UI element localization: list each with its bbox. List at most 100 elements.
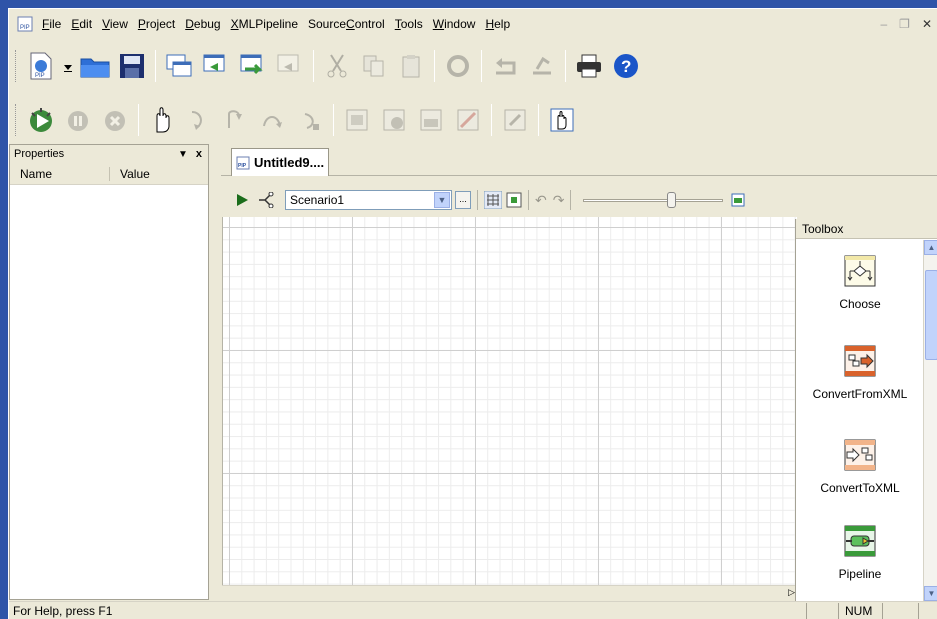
- svg-text:PIP: PIP: [20, 25, 30, 31]
- menu-sourcecontrol[interactable]: SourceControl: [303, 16, 390, 32]
- dropdown-arrow-icon[interactable]: [61, 49, 75, 83]
- connector-icon[interactable]: [257, 192, 275, 208]
- menu-window[interactable]: Window: [428, 16, 481, 32]
- toolbox-vertical-scrollbar[interactable]: ▲ ▼: [923, 240, 937, 601]
- scroll-up-icon[interactable]: ▲: [924, 240, 937, 255]
- pipeline-icon: [844, 525, 876, 557]
- tool-label: Pipeline: [838, 567, 882, 581]
- convert-to-xml-icon: [844, 439, 876, 471]
- canvas-horizontal-scrollbar[interactable]: ▷: [222, 585, 797, 600]
- save-icon[interactable]: [115, 49, 149, 83]
- svg-text:?: ?: [621, 57, 631, 76]
- redo-icon: ↷: [552, 191, 565, 208]
- menu-project[interactable]: Project: [133, 16, 180, 32]
- hand-select-icon[interactable]: [545, 103, 579, 137]
- cut-icon: [320, 49, 354, 83]
- scenario-value: Scenario1: [290, 193, 345, 207]
- scenario-select[interactable]: Scenario1 ▼: [285, 190, 452, 210]
- menu-xmlpipeline[interactable]: XMLPipeline: [226, 16, 303, 32]
- new-project-icon[interactable]: PIP: [24, 49, 58, 83]
- help-icon[interactable]: ?: [609, 49, 643, 83]
- designer-toolbar: Scenario1 ▼ ... ↶ ↷: [221, 185, 937, 215]
- grid-icon[interactable]: [484, 191, 502, 209]
- choose-icon: [844, 255, 876, 287]
- resize-grip[interactable]: [918, 602, 937, 619]
- play-icon[interactable]: [235, 193, 249, 207]
- menu-edit[interactable]: Edit: [66, 16, 97, 32]
- restore-icon[interactable]: ❐: [899, 17, 910, 31]
- tool-label: ConvertToXML: [820, 481, 900, 495]
- redo-icon: [525, 49, 559, 83]
- app-logo-icon[interactable]: PIP: [17, 16, 33, 32]
- refresh-icon: [441, 49, 475, 83]
- close-panel-icon[interactable]: x: [196, 148, 202, 160]
- properties-header: Properties ▼ x: [10, 145, 208, 163]
- step-over-icon: [219, 103, 253, 137]
- tool-label: ConvertFromXML: [812, 387, 908, 401]
- undo-icon: ↶: [535, 191, 547, 208]
- ellipsis-button[interactable]: ...: [455, 191, 471, 209]
- scroll-down-icon[interactable]: ▼: [924, 586, 937, 601]
- minimize-icon[interactable]: ‒: [880, 17, 887, 31]
- zoom-slider[interactable]: [583, 190, 724, 210]
- copy-icon: [357, 49, 391, 83]
- properties-panel: Properties ▼ x Name Value: [9, 144, 209, 600]
- toolbox-item-choose[interactable]: Choose: [800, 255, 920, 311]
- toolbox-panel: Toolbox Choose ConvertFromXML ConvertToX…: [795, 219, 937, 601]
- svg-text:PIP: PIP: [238, 163, 247, 169]
- debug-pause-icon: [61, 103, 95, 137]
- menu-tools[interactable]: Tools: [390, 16, 428, 32]
- mdi-window-controls: ‒ ❐ ✕: [880, 17, 932, 31]
- paste-icon: [394, 49, 428, 83]
- menu-view[interactable]: View: [97, 16, 133, 32]
- debug-toolbar: [9, 97, 937, 142]
- open-folder-icon[interactable]: [78, 49, 112, 83]
- properties-title: Properties: [14, 148, 65, 160]
- status-bar: For Help, press F1 NUM: [9, 601, 937, 619]
- trace-icon: [498, 103, 532, 137]
- overview-icon[interactable]: [731, 193, 745, 207]
- step-out-icon: [256, 103, 290, 137]
- toolbar-grip[interactable]: [15, 49, 18, 82]
- tab-label: Untitled9....: [254, 155, 325, 170]
- window-back-icon[interactable]: [199, 49, 233, 83]
- window-forward-icon[interactable]: [236, 49, 270, 83]
- watch-window-icon: [377, 103, 411, 137]
- undo-icon: [488, 49, 522, 83]
- svg-text:PIP: PIP: [35, 73, 45, 79]
- tab-untitled9[interactable]: PIP Untitled9....: [231, 148, 330, 176]
- print-icon[interactable]: [572, 49, 606, 83]
- chevron-down-icon[interactable]: ▼: [434, 192, 450, 208]
- pin-icon[interactable]: ▼: [178, 149, 188, 160]
- column-name[interactable]: Name: [10, 166, 110, 181]
- toolbox-item-convertfromxml[interactable]: ConvertFromXML: [800, 345, 920, 401]
- application-window: PIP File Edit View Project Debug XMLPipe…: [8, 8, 937, 619]
- menu-bar: PIP File Edit View Project Debug XMLPipe…: [9, 9, 937, 39]
- zoom-slider-thumb[interactable]: [667, 192, 677, 208]
- step-into-icon: [182, 103, 216, 137]
- standard-toolbar: PIP ?: [9, 43, 937, 88]
- menu-file[interactable]: File: [37, 16, 66, 32]
- tool-label: Choose: [839, 297, 881, 311]
- properties-column-headers: Name Value: [10, 163, 208, 185]
- toolbox-item-pipeline[interactable]: Pipeline: [800, 525, 920, 581]
- status-help-text: For Help, press F1: [13, 604, 113, 618]
- debug-stop-icon: [98, 103, 132, 137]
- scroll-right-icon[interactable]: ▷: [788, 587, 795, 598]
- designer-canvas[interactable]: [222, 217, 797, 600]
- snap-grid-icon[interactable]: [506, 192, 522, 208]
- debug-run-icon[interactable]: [24, 103, 58, 137]
- column-value[interactable]: Value: [110, 167, 150, 181]
- close-icon[interactable]: ✕: [922, 17, 932, 31]
- menu-help[interactable]: Help: [480, 16, 515, 32]
- toolbox-title: Toolbox: [796, 219, 937, 239]
- hand-pointer-icon[interactable]: [145, 103, 179, 137]
- menu-debug[interactable]: Debug: [180, 16, 225, 32]
- toolbox-item-converttoxml[interactable]: ConvertToXML: [800, 439, 920, 495]
- window-disabled-icon: [273, 49, 307, 83]
- window-icon[interactable]: [162, 49, 196, 83]
- scroll-thumb[interactable]: [925, 270, 937, 360]
- toolbar-grip[interactable]: [15, 103, 18, 136]
- breakpoint-window-icon: [340, 103, 374, 137]
- convert-from-xml-icon: [844, 345, 876, 377]
